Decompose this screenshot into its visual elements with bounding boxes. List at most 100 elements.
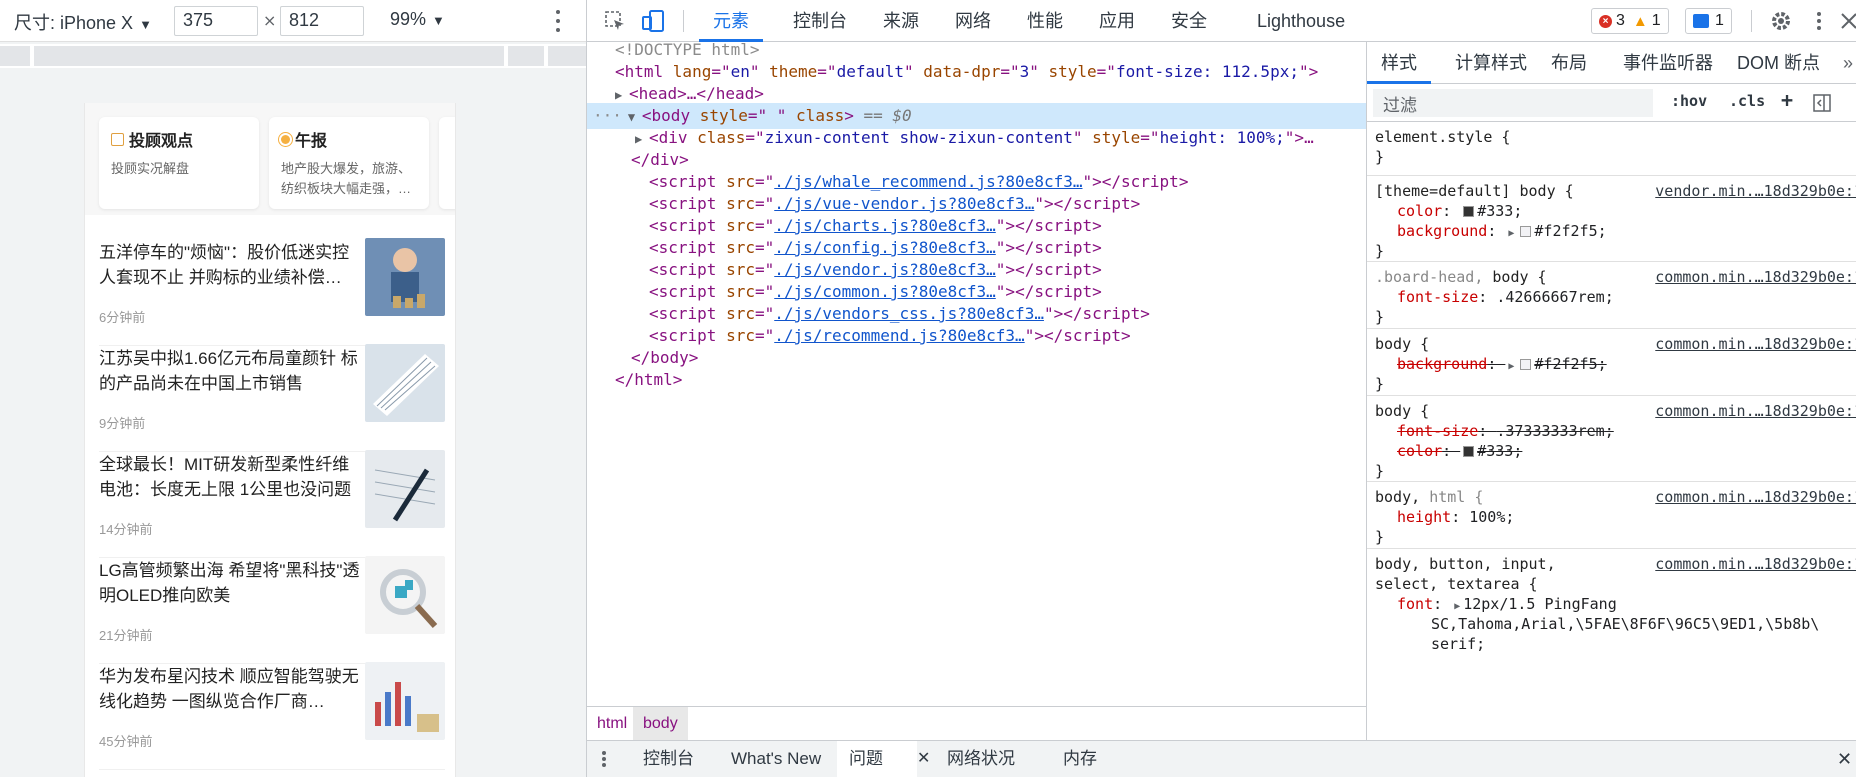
drawer-tab-network-conditions[interactable]: 网络状况 bbox=[935, 741, 1027, 777]
color-swatch[interactable] bbox=[1463, 446, 1475, 457]
tab-console[interactable]: 控制台 bbox=[781, 0, 859, 42]
card-title: 午报 bbox=[295, 133, 328, 150]
more-options-icon[interactable] bbox=[548, 8, 568, 34]
color-swatch[interactable] bbox=[1520, 226, 1532, 237]
gear-icon[interactable] bbox=[1769, 9, 1793, 33]
news-time: 21分钟前 bbox=[99, 628, 153, 643]
ruler-segment[interactable] bbox=[34, 46, 504, 66]
devtools-toolbar: 元素 控制台 来源 网络 性能 应用 安全 Lighthouse × 3 ▲ 1 1 bbox=[586, 0, 1856, 42]
messages-counter[interactable]: 1 bbox=[1685, 8, 1732, 34]
error-count: 3 bbox=[1616, 12, 1625, 29]
style-rule[interactable]: body, html {common.min.…18d329b0e:1 heig… bbox=[1367, 482, 1856, 549]
script-link[interactable]: ./js/common.js?80e8cf3… bbox=[774, 282, 996, 301]
breadcrumb-html[interactable]: html bbox=[587, 707, 637, 740]
message-icon bbox=[1693, 14, 1709, 28]
close-drawer-icon[interactable]: ✕ bbox=[1837, 741, 1852, 777]
drawer-tab-issues[interactable]: 问题 bbox=[837, 741, 917, 777]
card-advisor-views[interactable]: 投顾观点 投顾实况解盘 bbox=[99, 117, 259, 209]
script-link[interactable]: ./js/config.js?80e8cf3… bbox=[774, 238, 996, 257]
tab-network[interactable]: 网络 bbox=[943, 0, 1003, 42]
tab-styles[interactable]: 样式 bbox=[1367, 42, 1431, 84]
dom-html-close[interactable]: </html> bbox=[587, 367, 1366, 393]
style-rule[interactable]: .board-head, body {common.min.…18d329b0e… bbox=[1367, 262, 1856, 329]
zoom-select[interactable]: 99% ▼ bbox=[390, 9, 445, 30]
device-toggle-icon[interactable] bbox=[641, 9, 665, 33]
news-item[interactable]: 华为发布星闪技术 顺应智能驾驶无线化趋势 一图纵览合作厂商… 45分钟前 bbox=[99, 662, 445, 770]
document-icon bbox=[111, 132, 124, 146]
ruler-segment[interactable] bbox=[508, 46, 544, 66]
color-swatch[interactable] bbox=[1520, 359, 1532, 370]
inspect-element-icon[interactable] bbox=[603, 9, 627, 33]
script-link[interactable]: ./js/vendor.js?80e8cf3… bbox=[774, 260, 996, 279]
elements-tree[interactable]: <!DOCTYPE html> <html lang="en" theme="d… bbox=[586, 42, 1366, 706]
times-icon: × bbox=[263, 11, 277, 30]
close-devtools-icon[interactable] bbox=[1837, 9, 1856, 33]
style-rule[interactable]: body {common.min.…18d329b0e:1 font-size:… bbox=[1367, 396, 1856, 482]
rule-source-link[interactable]: common.min.…18d329b0e:1 bbox=[1655, 487, 1856, 507]
tab-computed[interactable]: 计算样式 bbox=[1447, 42, 1535, 84]
news-item[interactable]: LG高管频繁出海 希望将"黑科技"透明OLED推向欧美 21分钟前 bbox=[99, 556, 445, 664]
more-options-icon[interactable] bbox=[1807, 9, 1831, 33]
hov-toggle[interactable]: :hov bbox=[1671, 92, 1707, 110]
breadcrumb-body[interactable]: body bbox=[633, 707, 688, 740]
tab-sources[interactable]: 来源 bbox=[871, 0, 931, 42]
style-rule[interactable]: element.style { } bbox=[1367, 122, 1856, 176]
news-item[interactable]: 全球最长！MIT研发新型柔性纤维电池：长度无上限 1公里也没问题 14分钟前 bbox=[99, 450, 445, 558]
card-partial[interactable] bbox=[439, 117, 455, 209]
news-title: 华为发布星闪技术 顺应智能驾驶无线化趋势 一图纵览合作厂商… bbox=[99, 667, 359, 711]
news-title: 五洋停车的"烦恼"：股价低迷实控人套现不止 并购标的业绩补偿… bbox=[99, 243, 350, 287]
sidebar-toggle-icon[interactable] bbox=[1813, 94, 1831, 116]
script-link[interactable]: ./js/recommend.js?80e8cf3… bbox=[774, 326, 1024, 345]
tab-elements[interactable]: 元素 bbox=[699, 0, 763, 42]
ruler-segment[interactable] bbox=[0, 46, 30, 66]
ellipsis-icon[interactable]: ··· bbox=[593, 106, 622, 125]
device-select[interactable]: 尺寸: iPhone X ▼ bbox=[14, 9, 152, 35]
close-tab-icon[interactable]: ✕ bbox=[913, 741, 934, 777]
issues-counter[interactable]: × 3 ▲ 1 bbox=[1591, 8, 1669, 34]
script-link[interactable]: ./js/vue-vendor.js?80e8cf3… bbox=[774, 194, 1034, 213]
width-input[interactable]: 375 bbox=[174, 6, 258, 36]
device-toolbar: 尺寸: iPhone X ▼ 375 × 812 99% ▼ bbox=[0, 0, 586, 42]
card-midday-report[interactable]: 午报 地产股大爆发，旅游、纺织板块大幅走强，… bbox=[269, 117, 429, 209]
tab-event-listeners[interactable]: 事件监听器 bbox=[1615, 42, 1721, 84]
tab-dom-breakpoints[interactable]: DOM 断点 bbox=[1729, 42, 1828, 84]
rule-source-link[interactable]: common.min.…18d329b0e:1 bbox=[1655, 334, 1856, 354]
tab-lighthouse[interactable]: Lighthouse bbox=[1245, 0, 1357, 42]
drawer-tab-console[interactable]: 控制台 bbox=[631, 741, 706, 777]
new-rule-icon[interactable]: + bbox=[1781, 88, 1793, 112]
rule-source-link[interactable]: common.min.…18d329b0e:1 bbox=[1655, 401, 1856, 421]
rule-source-link[interactable]: common.min.…18d329b0e:1 bbox=[1655, 267, 1856, 287]
card-strip: 投顾观点 投顾实况解盘 午报 地产股大爆发，旅游、纺织板块大幅走强，… bbox=[85, 103, 455, 215]
color-swatch[interactable] bbox=[1463, 206, 1475, 217]
news-item[interactable]: 江苏吴中拟1.66亿元布局童颜针 标的产品尚未在中国上市销售 9分钟前 bbox=[99, 344, 445, 452]
tab-security[interactable]: 安全 bbox=[1159, 0, 1219, 42]
style-rule[interactable]: body {common.min.…18d329b0e:1 background… bbox=[1367, 329, 1856, 396]
sun-icon bbox=[281, 134, 290, 144]
script-link[interactable]: ./js/vendors_css.js?80e8cf3… bbox=[774, 304, 1044, 323]
dropdown-arrow-icon: ▼ bbox=[432, 13, 445, 28]
news-time: 14分钟前 bbox=[99, 522, 153, 537]
zoom-label: 99% bbox=[390, 9, 427, 29]
drawer-menu-icon[interactable] bbox=[601, 741, 611, 777]
tab-layout[interactable]: 布局 bbox=[1543, 42, 1595, 84]
more-tabs-icon[interactable]: » bbox=[1841, 42, 1855, 84]
drawer-tab-memory[interactable]: 内存 bbox=[1051, 741, 1109, 777]
tab-performance[interactable]: 性能 bbox=[1015, 0, 1075, 42]
news-title: 全球最长！MIT研发新型柔性纤维电池：长度无上限 1公里也没问题 bbox=[99, 455, 352, 499]
cls-toggle[interactable]: .cls bbox=[1729, 92, 1765, 110]
drawer-tab-whats-new[interactable]: What's New bbox=[719, 741, 833, 777]
news-time: 6分钟前 bbox=[99, 310, 146, 325]
height-input[interactable]: 812 bbox=[280, 6, 364, 36]
style-rule[interactable]: body, button, input, common.min.…18d329b0… bbox=[1367, 549, 1856, 740]
script-link[interactable]: ./js/charts.js?80e8cf3… bbox=[774, 216, 996, 235]
ruler-segment[interactable] bbox=[548, 46, 586, 66]
filter-input[interactable]: 过滤 bbox=[1373, 89, 1653, 117]
style-rule[interactable]: [theme=default] body {vendor.min.…18d329… bbox=[1367, 176, 1856, 262]
news-item[interactable]: 五洋停车的"烦恼"：股价低迷实控人套现不止 并购标的业绩补偿… 6分钟前 bbox=[99, 238, 445, 346]
rule-source-link[interactable]: common.min.…18d329b0e:1 bbox=[1655, 554, 1856, 574]
tab-application[interactable]: 应用 bbox=[1087, 0, 1147, 42]
rule-source-link[interactable]: vendor.min.…18d329b0e:1 bbox=[1655, 181, 1856, 201]
news-thumbnail bbox=[365, 238, 445, 316]
media-query-ruler[interactable] bbox=[0, 44, 586, 68]
script-link[interactable]: ./js/whale_recommend.js?80e8cf3… bbox=[774, 172, 1082, 191]
